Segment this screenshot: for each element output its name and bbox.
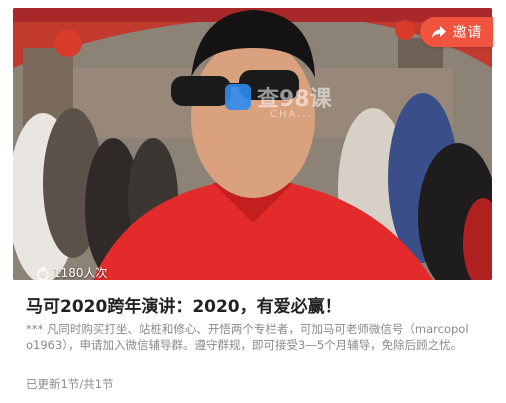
course-description: *** 凡同时购买打坐、站桩和修心、开悟两个专栏者，可加马可老师微信号（marc… (26, 322, 469, 352)
invite-button[interactable]: 邀请 (420, 17, 493, 47)
cover-photo (13, 8, 492, 280)
watermark-subtext: CHA... (270, 109, 313, 120)
course-title[interactable]: 马可2020跨年演讲：2020，有爱必赢！ (26, 292, 486, 317)
fire-icon (37, 265, 49, 280)
invite-label: 邀请 (452, 25, 483, 41)
course-cover-image[interactable]: 查98课 CHA... 1180人次 (13, 8, 492, 280)
share-arrow-icon (431, 26, 446, 38)
update-progress: 已更新1节/共1节 (26, 377, 114, 391)
course-card[interactable]: 查98课 CHA... 1180人次 邀请 马可2020跨年演讲：2020，有爱… (0, 0, 506, 403)
view-count-text: 1180人次 (53, 266, 108, 280)
view-count: 1180人次 (37, 264, 108, 280)
